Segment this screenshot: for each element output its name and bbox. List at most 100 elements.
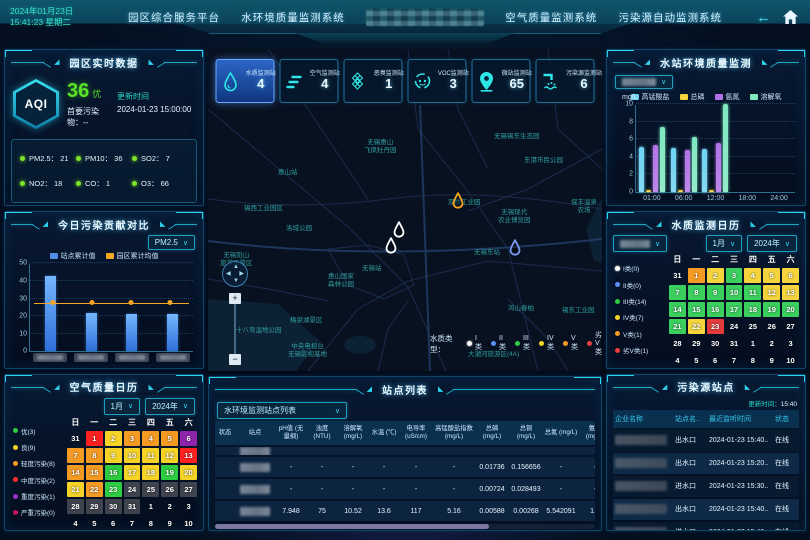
calendar-day[interactable]: 8 — [744, 353, 761, 368]
station-button-voc[interactable]: VOC监测站3 — [408, 59, 467, 103]
back-icon[interactable]: ← — [756, 10, 771, 25]
pan-down-icon[interactable]: ▼ — [233, 278, 239, 284]
calendar-day[interactable]: 22 — [688, 319, 705, 334]
calendar-day[interactable]: 20 — [180, 465, 197, 480]
nav-item-4[interactable]: 污染源自动监测系统 — [619, 10, 723, 25]
map-zoom-slider[interactable]: + − — [229, 293, 241, 365]
calendar-day[interactable]: 2 — [707, 268, 724, 283]
calendar-day[interactable]: 7 — [67, 448, 84, 463]
calendar-day[interactable]: 30 — [707, 336, 724, 351]
pan-up-icon[interactable]: ▲ — [233, 264, 239, 270]
pollution-row[interactable]: 进水口2024-01-23 15:30..在线 — [613, 476, 799, 497]
calendar-day[interactable]: 8 — [142, 516, 159, 531]
calendar-day[interactable]: 5 — [763, 268, 780, 283]
calendar-day[interactable]: 15 — [86, 465, 103, 480]
water-station-select[interactable]: ∨ — [613, 235, 667, 252]
calendar-day[interactable]: 10 — [782, 353, 799, 368]
calendar-day[interactable]: 5 — [688, 353, 705, 368]
calendar-day[interactable]: 23 — [105, 482, 122, 497]
calendar-day[interactable]: 3 — [782, 336, 799, 351]
station-button-air[interactable]: 空气监测站4 — [280, 59, 339, 103]
pollutant-select[interactable]: PM2.5∨ — [148, 235, 195, 250]
calendar-day[interactable]: 10 — [180, 516, 197, 531]
calendar-day[interactable]: 3 — [180, 499, 197, 514]
calendar-day[interactable]: 5 — [86, 516, 103, 531]
calendar-day[interactable]: 30 — [105, 499, 122, 514]
calendar-day[interactable]: 31 — [726, 336, 743, 351]
table-row[interactable]: ------0.017360.156656-- — [215, 457, 595, 477]
calendar-day[interactable]: 1 — [744, 336, 761, 351]
calendar-day[interactable]: 11 — [744, 285, 761, 300]
calendar-day[interactable]: 10 — [124, 448, 141, 463]
calendar-day[interactable]: 3 — [124, 431, 141, 446]
calendar-day[interactable]: 28 — [669, 336, 686, 351]
table-row[interactable] — [215, 447, 595, 455]
station-button-discharge[interactable]: 污染源监测站6 — [536, 59, 595, 103]
calendar-day[interactable]: 11 — [142, 448, 159, 463]
calendar-day[interactable]: 28 — [67, 499, 84, 514]
calendar-day[interactable]: 6 — [180, 431, 197, 446]
calendar-day[interactable]: 27 — [782, 319, 799, 334]
calendar-day[interactable]: 4 — [669, 353, 686, 368]
zoom-track[interactable] — [234, 303, 236, 355]
calendar-day[interactable]: 5 — [161, 431, 178, 446]
calendar-day[interactable]: 15 — [688, 302, 705, 317]
pollution-row[interactable]: 出水口2024-01-23 15:20..在线 — [613, 453, 799, 474]
calendar-day[interactable]: 4 — [67, 516, 84, 531]
calendar-day[interactable]: 2 — [161, 499, 178, 514]
calendar-day[interactable]: 29 — [86, 499, 103, 514]
calendar-day[interactable]: 22 — [86, 482, 103, 497]
calendar-day[interactable]: 8 — [688, 285, 705, 300]
calendar-day[interactable]: 16 — [105, 465, 122, 480]
calendar-day[interactable]: 6 — [782, 268, 799, 283]
pan-right-icon[interactable]: ▶ — [239, 271, 244, 277]
calendar-day[interactable]: 1 — [142, 499, 159, 514]
table-row[interactable]: 7.9487510.5213.61175.160.005880.002685.5… — [215, 501, 595, 521]
calendar-day[interactable]: 18 — [744, 302, 761, 317]
zoom-in-button[interactable]: + — [229, 293, 241, 304]
water-station-select[interactable]: ∨ — [615, 75, 673, 89]
calendar-day[interactable]: 9 — [105, 448, 122, 463]
station-button-pin[interactable]: 微站监测站65 — [472, 59, 531, 103]
calendar-day[interactable]: 23 — [707, 319, 724, 334]
calendar-day[interactable]: 19 — [763, 302, 780, 317]
calendar-day[interactable]: 1 — [688, 268, 705, 283]
calendar-day[interactable]: 27 — [180, 482, 197, 497]
calendar-day[interactable]: 10 — [726, 285, 743, 300]
calendar-day[interactable]: 12 — [763, 285, 780, 300]
calendar-day[interactable]: 14 — [67, 465, 84, 480]
calendar-day[interactable]: 31 — [67, 431, 84, 446]
calendar-day[interactable]: 4 — [744, 268, 761, 283]
pollution-row[interactable]: 进水口2024-01-23 15:40..在线 — [613, 522, 799, 531]
calendar-day[interactable]: 12 — [161, 448, 178, 463]
calendar-day[interactable]: 14 — [669, 302, 686, 317]
calendar-day[interactable]: 3 — [726, 268, 743, 283]
calendar-day[interactable]: 9 — [707, 285, 724, 300]
year-select[interactable]: 2024年∨ — [747, 235, 797, 252]
horizontal-scrollbar[interactable] — [215, 524, 595, 529]
calendar-day[interactable]: 6 — [707, 353, 724, 368]
calendar-day[interactable]: 25 — [744, 319, 761, 334]
map-area[interactable]: 无锡惠山 飞凤牡丹园惠山站锡西工业园区洛城公园无锡阳山 旅游风景区惠山国家 森林… — [208, 49, 602, 371]
nav-item-3[interactable]: 空气质量监测系统 — [505, 10, 597, 25]
calendar-day[interactable]: 26 — [763, 319, 780, 334]
calendar-day[interactable]: 25 — [142, 482, 159, 497]
calendar-day[interactable]: 29 — [688, 336, 705, 351]
calendar-day[interactable]: 7 — [726, 353, 743, 368]
calendar-day[interactable]: 9 — [763, 353, 780, 368]
nav-item-0[interactable]: 园区综合服务平台 — [128, 10, 220, 25]
calendar-day[interactable]: 31 — [124, 499, 141, 514]
pan-left-icon[interactable]: ◀ — [226, 271, 231, 277]
calendar-day[interactable]: 2 — [763, 336, 780, 351]
scrollbar-thumb[interactable] — [215, 524, 489, 529]
month-select[interactable]: 1月∨ — [706, 235, 743, 252]
calendar-day[interactable]: 7 — [124, 516, 141, 531]
calendar-day[interactable]: 13 — [180, 448, 197, 463]
calendar-day[interactable]: 21 — [67, 482, 84, 497]
calendar-day[interactable]: 9 — [161, 516, 178, 531]
calendar-day[interactable]: 17 — [124, 465, 141, 480]
pollution-row[interactable]: 出水口2024-01-23 15:40..在线 — [613, 499, 799, 520]
home-icon[interactable] — [783, 10, 798, 24]
calendar-day[interactable]: 6 — [105, 516, 122, 531]
calendar-day[interactable]: 7 — [669, 285, 686, 300]
